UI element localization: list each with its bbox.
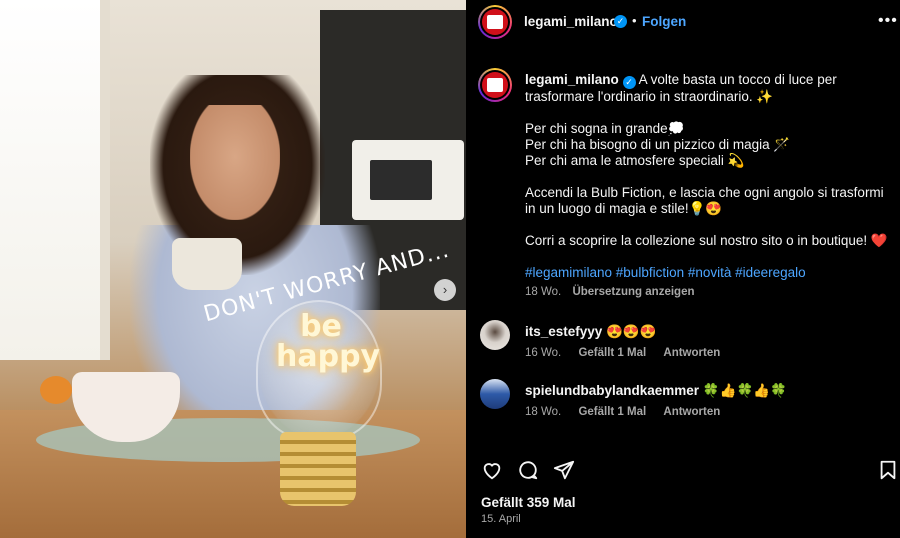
comment-age: 16 Wo. bbox=[525, 347, 562, 359]
separator-dot: • bbox=[632, 13, 637, 28]
post-header: legami_milano ✓ • Folgen ••• bbox=[466, 0, 900, 44]
brand-logo bbox=[482, 9, 508, 35]
comment-meta: 18 Wo. Gefällt 1 Mal Antworten bbox=[525, 406, 734, 418]
microwave bbox=[352, 140, 464, 220]
share-send-icon[interactable] bbox=[553, 459, 575, 481]
window bbox=[0, 0, 110, 360]
follow-button[interactable]: Folgen bbox=[642, 14, 686, 29]
comment-username[interactable]: spielundbabylandkaemmer bbox=[525, 383, 699, 398]
more-options-icon[interactable]: ••• bbox=[878, 12, 898, 30]
comment-item: spielundbabylandkaemmer 🍀👍🍀👍🍀 18 Wo. Gef… bbox=[480, 379, 890, 429]
post-image[interactable]: be happy DON'T WORRY AND... › bbox=[0, 0, 466, 538]
commenter-avatar[interactable] bbox=[480, 379, 510, 409]
comment-body: 😍😍😍 bbox=[606, 324, 657, 339]
caption-avatar[interactable] bbox=[478, 68, 512, 102]
post-date: 15. April bbox=[481, 513, 521, 525]
verified-badge-icon: ✓ bbox=[622, 76, 636, 89]
header-username[interactable]: legami_milano bbox=[524, 14, 618, 29]
person-face bbox=[190, 105, 280, 220]
caption-line-3: Per chi ha bisogno di un pizzico di magi… bbox=[525, 137, 791, 152]
translate-button[interactable]: Übersetzung anzeigen bbox=[572, 286, 694, 298]
comment-age: 18 Wo. bbox=[525, 406, 562, 418]
comment-meta: 16 Wo. Gefällt 1 Mal Antworten bbox=[525, 347, 734, 359]
bulb-text: be happy bbox=[276, 309, 381, 374]
hashtags[interactable]: #legamimilano #bulbfiction #novità #idee… bbox=[525, 265, 806, 280]
caption-line-2: Per chi sogna in grande💭 bbox=[525, 121, 685, 136]
verified-badge-icon: ✓ bbox=[614, 15, 627, 28]
comment-username[interactable]: its_estefyyy bbox=[525, 324, 602, 339]
lamp-base bbox=[280, 432, 356, 506]
comment-likes[interactable]: Gefällt 1 Mal bbox=[578, 406, 646, 418]
orange bbox=[40, 376, 72, 404]
caption-line-6: Corri a scoprire la collezione sul nostr… bbox=[525, 233, 888, 248]
caption-meta: 18 Wo. Übersetzung anzeigen bbox=[525, 286, 695, 298]
caption-age: 18 Wo. bbox=[525, 286, 562, 298]
caption-line-5: Accendi la Bulb Fiction, e lascia che og… bbox=[525, 185, 884, 216]
comment-likes[interactable]: Gefällt 1 Mal bbox=[578, 347, 646, 359]
bulb-text-line1: be bbox=[300, 309, 342, 344]
comment-icon[interactable] bbox=[517, 459, 539, 481]
likes-count[interactable]: Gefällt 359 Mal bbox=[481, 495, 576, 510]
caption-username[interactable]: legami_milano bbox=[525, 72, 619, 87]
reply-button[interactable]: Antworten bbox=[663, 347, 720, 359]
bookmark-icon[interactable] bbox=[877, 459, 899, 481]
brand-logo bbox=[482, 72, 508, 98]
bulb-text-line2: happy bbox=[276, 339, 381, 374]
comment-item: its_estefyyy 😍😍😍 16 Wo. Gefällt 1 Mal An… bbox=[480, 320, 890, 370]
comment-text: its_estefyyy 😍😍😍 bbox=[525, 324, 657, 340]
caption-text: legami_milano ✓ A volte basta un tocco d… bbox=[525, 72, 895, 297]
commenter-avatar[interactable] bbox=[480, 320, 510, 350]
comment-body: 🍀👍🍀👍🍀 bbox=[702, 383, 787, 398]
caption-line-4: Per chi ama le atmosfere speciali 💫 bbox=[525, 153, 745, 168]
avatar[interactable] bbox=[478, 5, 512, 39]
coffee-cup bbox=[172, 238, 242, 290]
post-side-panel: legami_milano ✓ • Folgen ••• legami_mila… bbox=[466, 0, 900, 538]
chevron-right-icon: › bbox=[442, 282, 448, 297]
next-image-button[interactable]: › bbox=[434, 279, 456, 301]
comment-text: spielundbabylandkaemmer 🍀👍🍀👍🍀 bbox=[525, 383, 787, 399]
like-heart-icon[interactable] bbox=[481, 459, 503, 481]
reply-button[interactable]: Antworten bbox=[663, 406, 720, 418]
post-actions bbox=[466, 452, 900, 488]
